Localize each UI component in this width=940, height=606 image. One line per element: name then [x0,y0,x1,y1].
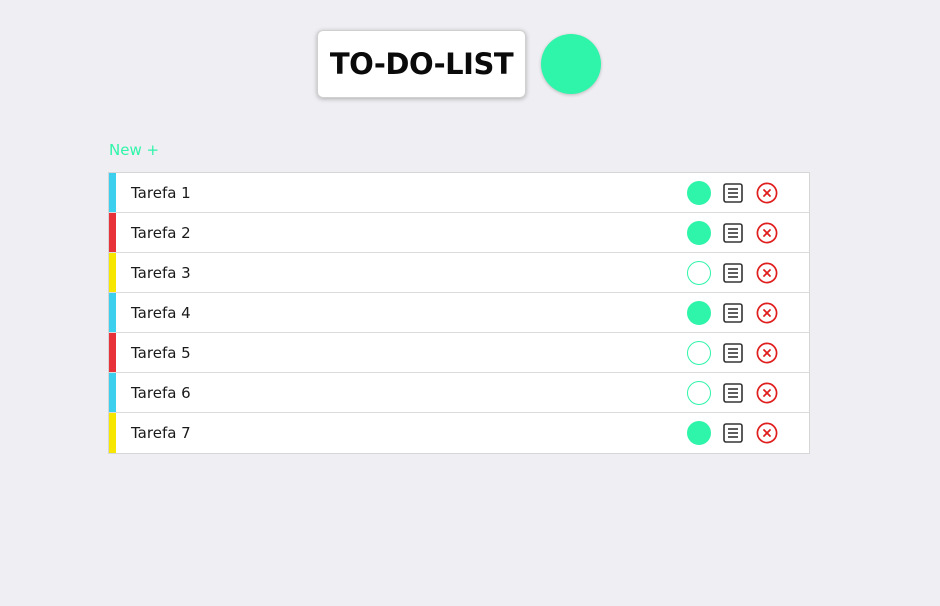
status-circle-icon[interactable] [687,181,711,205]
priority-indicator [109,173,116,212]
close-circle-icon[interactable] [756,302,778,324]
status-circle-icon[interactable] [687,381,711,405]
task-list: Tarefa 1 Tarefa 2 Tarefa 3 Tarefa 4 Tarefa 5… [108,172,810,454]
priority-indicator [109,333,116,372]
list-details-icon[interactable] [723,223,743,243]
task-label: Tarefa 5 [131,343,191,362]
priority-indicator [109,293,116,332]
task-label: Tarefa 4 [131,303,191,322]
priority-indicator [109,213,116,252]
close-circle-icon[interactable] [756,342,778,364]
theme-toggle-button[interactable] [541,34,601,94]
list-details-icon[interactable] [723,423,743,443]
task-label: Tarefa 3 [131,263,191,282]
new-task-button[interactable]: New + [109,141,159,159]
task-label: Tarefa 7 [131,424,191,442]
task-row[interactable]: Tarefa 2 [109,213,809,253]
status-circle-icon[interactable] [687,261,711,285]
close-circle-icon[interactable] [756,382,778,404]
page: TO-DO-LIST New + Tarefa 1 Tarefa 2 Tarefa … [0,0,940,606]
list-details-icon[interactable] [723,183,743,203]
priority-indicator [109,253,116,292]
status-circle-icon[interactable] [687,301,711,325]
task-row[interactable]: Tarefa 1 [109,173,809,213]
list-details-icon[interactable] [723,303,743,323]
page-title: TO-DO-LIST [329,47,514,81]
task-row[interactable]: Tarefa 5 [109,333,809,373]
task-label: Tarefa 1 [131,183,191,202]
close-circle-icon[interactable] [756,422,778,444]
priority-indicator [109,373,116,412]
task-label: Tarefa 2 [131,223,191,242]
task-label: Tarefa 6 [131,383,191,402]
list-details-icon[interactable] [723,383,743,403]
task-row[interactable]: Tarefa 7 [109,413,809,453]
list-details-icon[interactable] [723,343,743,363]
task-row[interactable]: Tarefa 3 [109,253,809,293]
close-circle-icon[interactable] [756,182,778,204]
status-circle-icon[interactable] [687,221,711,245]
status-circle-icon[interactable] [687,421,711,445]
priority-indicator [109,413,116,453]
close-circle-icon[interactable] [756,222,778,244]
list-details-icon[interactable] [723,263,743,283]
title-card: TO-DO-LIST [317,30,526,98]
status-circle-icon[interactable] [687,341,711,365]
task-row[interactable]: Tarefa 6 [109,373,809,413]
task-row[interactable]: Tarefa 4 [109,293,809,333]
close-circle-icon[interactable] [756,262,778,284]
